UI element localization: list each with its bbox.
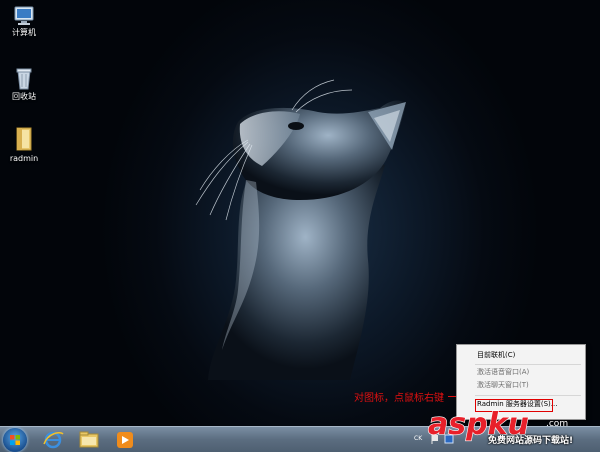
menu-item-voice-window[interactable]: 激活语音窗口(A) xyxy=(477,367,529,378)
taskbar-ie-button[interactable] xyxy=(38,429,68,450)
desktop: 计算机 回收站 radmin 对图标，点鼠标右键 目前联机(C) 激活语音窗口(… xyxy=(0,0,600,452)
desktop-icon-radmin[interactable]: radmin xyxy=(4,126,44,164)
desktop-icon-label: radmin xyxy=(9,154,39,163)
windows-logo-icon xyxy=(10,435,20,445)
menu-separator xyxy=(475,395,581,396)
folder-icon xyxy=(16,127,32,151)
media-player-icon xyxy=(117,432,133,448)
taskbar-explorer-button[interactable] xyxy=(74,429,104,450)
menu-separator xyxy=(475,364,581,365)
taskbar-media-player-button[interactable] xyxy=(110,429,140,450)
menu-item-chat-window[interactable]: 激活聊天窗口(T) xyxy=(477,380,529,391)
recycle-bin-icon xyxy=(16,68,32,90)
watermark-tagline: 免费网站源码下载站! xyxy=(488,436,574,446)
desktop-icon-label: 回收站 xyxy=(12,92,36,101)
desktop-icon-label: 计算机 xyxy=(12,28,36,37)
desktop-icon-recycle-bin[interactable]: 回收站 xyxy=(4,66,44,102)
explorer-icon xyxy=(79,431,99,448)
watermark-logo-suffix: .com xyxy=(546,419,568,429)
start-button[interactable] xyxy=(3,428,27,452)
desktop-icon-computer[interactable]: 计算机 xyxy=(4,6,44,38)
computer-icon xyxy=(14,6,34,25)
menu-item-current-connections[interactable]: 目前联机(C) xyxy=(477,350,515,361)
ie-icon xyxy=(43,431,64,449)
